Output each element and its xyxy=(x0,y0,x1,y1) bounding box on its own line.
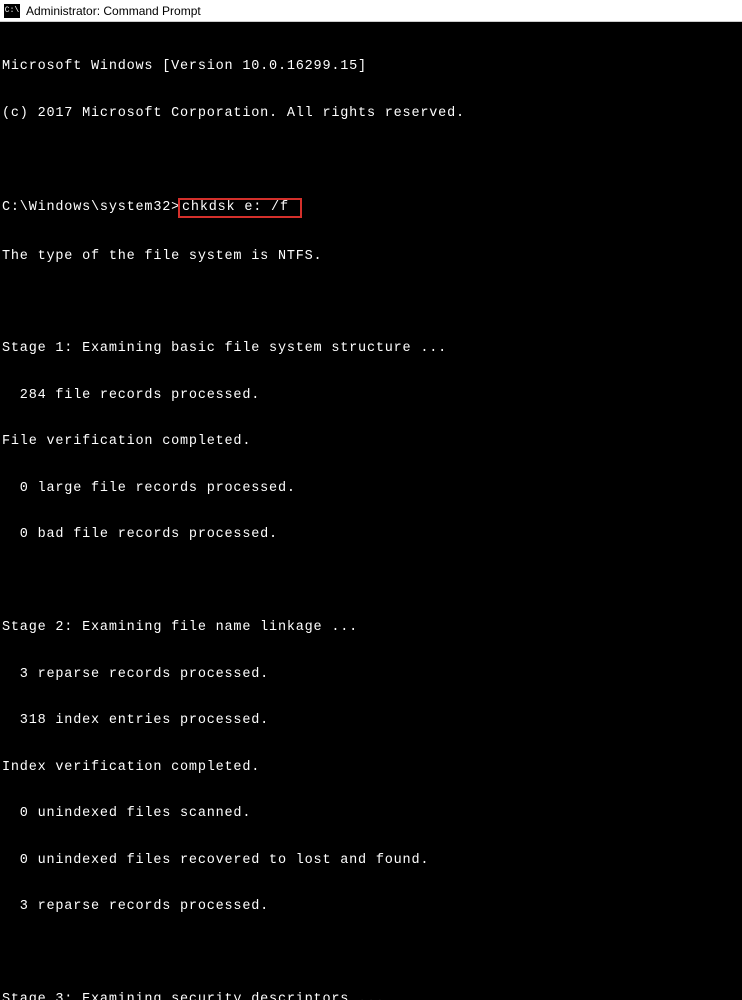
output-line: 0 large file records processed. xyxy=(2,481,740,497)
output-line: 284 file records processed. xyxy=(2,388,740,404)
cmd-icon-text: C:\ xyxy=(5,6,19,15)
window-title: Administrator: Command Prompt xyxy=(26,4,201,18)
output-line: 0 bad file records processed. xyxy=(2,527,740,543)
prompt-path: C:\Windows\system32> xyxy=(2,200,180,216)
output-line: 3 reparse records processed. xyxy=(2,899,740,915)
blank-line xyxy=(2,574,740,589)
output-line: Microsoft Windows [Version 10.0.16299.15… xyxy=(2,59,740,75)
output-line: File verification completed. xyxy=(2,434,740,450)
blank-line xyxy=(2,946,740,961)
blank-line xyxy=(2,152,740,167)
output-line: (c) 2017 Microsoft Corporation. All righ… xyxy=(2,106,740,122)
output-line: Stage 2: Examining file name linkage ... xyxy=(2,620,740,636)
output-line: Stage 1: Examining basic file system str… xyxy=(2,341,740,357)
output-line: Index verification completed. xyxy=(2,760,740,776)
output-line: 318 index entries processed. xyxy=(2,713,740,729)
output-line: 3 reparse records processed. xyxy=(2,667,740,683)
window-titlebar[interactable]: C:\ Administrator: Command Prompt xyxy=(0,0,742,22)
output-line: 0 unindexed files scanned. xyxy=(2,806,740,822)
command-text: chkdsk e: /f xyxy=(182,200,298,215)
output-line: Stage 3: Examining security descriptors … xyxy=(2,992,740,1000)
terminal-output[interactable]: Microsoft Windows [Version 10.0.16299.15… xyxy=(0,22,742,1000)
output-line: 0 unindexed files recovered to lost and … xyxy=(2,853,740,869)
prompt-line: C:\Windows\system32>chkdsk e: /f xyxy=(2,198,740,218)
output-line: The type of the file system is NTFS. xyxy=(2,249,740,265)
blank-line xyxy=(2,295,740,310)
cmd-icon: C:\ xyxy=(4,4,20,18)
command-highlight: chkdsk e: /f xyxy=(178,198,302,218)
